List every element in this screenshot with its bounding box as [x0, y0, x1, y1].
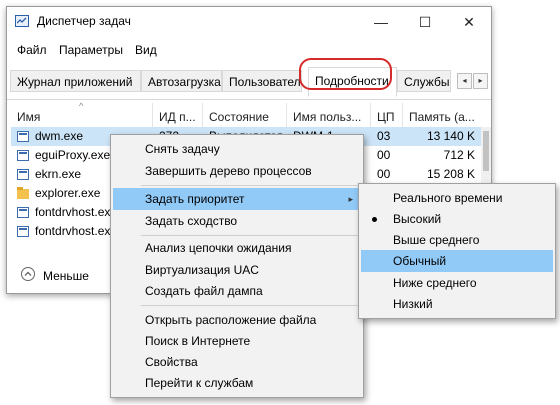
menu-set-affinity[interactable]: Задать сходство — [111, 210, 363, 232]
menu-end-process-tree[interactable]: Завершить дерево процессов — [111, 160, 363, 182]
process-name: fontdrvhost.exe — [35, 224, 118, 238]
submenu-arrow-icon: ▸ — [348, 194, 353, 204]
col-pid[interactable]: ИД п... — [153, 103, 203, 127]
col-user[interactable]: Имя польз... — [287, 103, 371, 127]
col-status[interactable]: Состояние — [203, 103, 287, 127]
process-cpu: 03 — [377, 129, 391, 143]
menu-uac-virtualization[interactable]: Виртуализация UAC — [111, 259, 363, 281]
process-name: explorer.exe — [35, 186, 101, 200]
menu-file[interactable]: Файл — [17, 43, 47, 57]
menu-view[interactable]: Вид — [135, 43, 157, 57]
menu-set-priority-label: Задать приоритет — [145, 192, 245, 206]
menu-end-task[interactable]: Снять задачу — [111, 138, 363, 160]
process-icon — [17, 169, 29, 180]
priority-above-normal[interactable]: Выше среднего — [359, 229, 555, 251]
tab-users[interactable]: Пользователи — [222, 70, 302, 92]
menu-analyze-wait-chain[interactable]: Анализ цепочки ожидания — [111, 237, 363, 259]
chevron-up-icon[interactable] — [21, 267, 35, 281]
context-menu: Снять задачу Завершить дерево процессов … — [110, 134, 364, 398]
details-tab-callout — [299, 58, 392, 90]
tab-scroll-left-icon[interactable]: ◂ — [457, 73, 472, 89]
title-bar[interactable]: Диспетчер задач — ☐ ✕ — [7, 7, 491, 37]
priority-below-normal[interactable]: Ниже среднего — [359, 272, 555, 294]
folder-icon — [17, 187, 29, 199]
menu-separator — [141, 185, 359, 186]
process-cpu: 00 — [377, 148, 391, 162]
close-button[interactable]: ✕ — [447, 7, 491, 37]
col-cpu[interactable]: ЦП — [371, 103, 403, 127]
maximize-button[interactable]: ☐ — [403, 7, 447, 37]
process-icon — [17, 226, 29, 237]
priority-high-label: Высокий — [393, 212, 442, 226]
radio-dot-icon — [372, 217, 377, 222]
tab-startup[interactable]: Автозагрузка — [141, 70, 222, 92]
priority-low[interactable]: Низкий — [359, 293, 555, 315]
fewer-details-button[interactable]: Меньше — [43, 269, 89, 283]
menu-set-priority[interactable]: Задать приоритет ▸ — [113, 188, 361, 210]
menu-separator — [141, 235, 359, 236]
priority-realtime[interactable]: Реального времени — [359, 187, 555, 209]
menu-options[interactable]: Параметры — [59, 43, 123, 57]
task-manager-icon — [15, 15, 29, 27]
process-icon — [17, 207, 29, 218]
priority-normal[interactable]: Обычный — [361, 250, 553, 272]
minimize-button[interactable]: — — [359, 7, 403, 37]
tab-scroll-right-icon[interactable]: ▸ — [473, 73, 488, 89]
process-memory: 15 208 K — [426, 167, 475, 181]
process-name: dwm.exe — [35, 129, 84, 143]
priority-high[interactable]: Высокий — [359, 208, 555, 230]
window-title: Диспетчер задач — [37, 14, 131, 28]
menu-go-to-services[interactable]: Перейти к службам — [111, 372, 363, 394]
process-memory: 13 140 K — [426, 129, 475, 143]
sort-arrow-icon: ^ — [79, 101, 84, 111]
tab-strip: Журнал приложений Автозагрузка Пользоват… — [7, 65, 491, 100]
menu-separator — [141, 305, 359, 306]
menu-search-online[interactable]: Поиск в Интернете — [111, 330, 363, 352]
priority-submenu: Реального времени Высокий Выше среднего … — [358, 183, 556, 319]
tab-app-history[interactable]: Журнал приложений — [10, 70, 141, 92]
process-name: ekrn.exe — [35, 167, 82, 181]
process-cpu: 00 — [377, 167, 391, 181]
menu-open-file-location[interactable]: Открыть расположение файла — [111, 309, 363, 331]
scrollbar-thumb[interactable] — [483, 131, 489, 171]
process-name: eguiProxy.exe — [35, 148, 111, 162]
menu-properties[interactable]: Свойства — [111, 351, 363, 373]
process-icon — [17, 150, 29, 161]
process-icon — [17, 131, 29, 142]
tab-services[interactable]: Службы — [397, 70, 451, 92]
process-memory: 712 K — [443, 148, 475, 162]
process-name: fontdrvhost.exe — [35, 205, 118, 219]
col-memory[interactable]: Память (а... — [403, 103, 481, 127]
menu-create-dump-file[interactable]: Создать файл дампа — [111, 280, 363, 302]
